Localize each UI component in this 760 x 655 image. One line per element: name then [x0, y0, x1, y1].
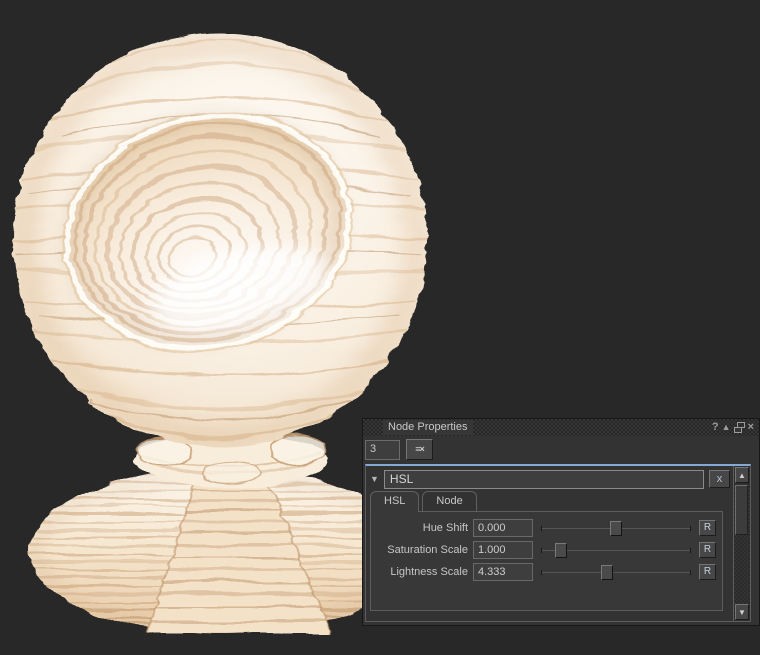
dock-icon[interactable]: ▲: [722, 420, 731, 434]
param-row-lightness-scale: Lightness Scale 4.333 R: [373, 561, 718, 583]
help-icon[interactable]: ?: [712, 420, 719, 434]
titlebar-icons: ? ▲ ×: [712, 420, 754, 434]
param-row-saturation-scale: Saturation Scale 1.000 R: [373, 539, 718, 561]
reset-button[interactable]: R: [699, 520, 716, 536]
scrollbar[interactable]: ▲ ▼: [733, 466, 750, 621]
param-row-hue-shift: Hue Shift 0.000 R: [373, 517, 718, 539]
restore-icon[interactable]: [734, 422, 745, 433]
panel-title: Node Properties: [383, 420, 473, 435]
param-label: Hue Shift: [373, 522, 473, 534]
param-label: Saturation Scale: [373, 544, 473, 556]
tab-content: Hue Shift 0.000 R Saturation Scale 1.000: [370, 511, 723, 611]
node-properties-panel: Node Properties ? ▲ × 3 ≡× ▼ HSL x HSL N…: [362, 418, 760, 626]
max-panels-input[interactable]: 3: [365, 440, 400, 460]
tab-hsl[interactable]: HSL: [370, 491, 419, 512]
close-node-button[interactable]: x: [709, 470, 730, 488]
close-panel-icon[interactable]: ×: [748, 420, 754, 434]
properties-bin-scrollarea: ▼ HSL x HSL Node Hue Shift 0.000 R: [365, 464, 751, 622]
scrollbar-thumb[interactable]: [735, 485, 748, 535]
saturation-scale-slider[interactable]: [541, 542, 691, 559]
slider-handle[interactable]: [601, 565, 613, 580]
lightness-scale-slider[interactable]: [541, 564, 691, 581]
hue-shift-slider[interactable]: [541, 520, 691, 537]
clear-bin-button[interactable]: ≡×: [406, 439, 433, 460]
param-label: Lightness Scale: [373, 566, 473, 578]
reset-button[interactable]: R: [699, 564, 716, 580]
node-name-input[interactable]: HSL: [384, 470, 704, 489]
scroll-down-icon[interactable]: ▼: [735, 604, 749, 620]
tab-node[interactable]: Node: [422, 491, 476, 511]
reset-button[interactable]: R: [699, 542, 716, 558]
slider-track: [541, 572, 691, 573]
node-panel-header: ▼ HSL x: [366, 466, 733, 491]
hue-shift-input[interactable]: 0.000: [473, 519, 533, 537]
slider-handle[interactable]: [555, 543, 567, 558]
panel-titlebar[interactable]: Node Properties ? ▲ ×: [363, 419, 759, 436]
lightness-scale-input[interactable]: 4.333: [473, 563, 533, 581]
slider-handle[interactable]: [610, 521, 622, 536]
properties-bin-toolbar: 3 ≡×: [363, 436, 759, 463]
clear-bin-icon: ≡×: [415, 444, 424, 454]
scroll-up-icon[interactable]: ▲: [735, 467, 749, 483]
node-panel: ▼ HSL x HSL Node Hue Shift 0.000 R: [366, 466, 733, 621]
collapse-arrow-icon[interactable]: ▼: [370, 474, 379, 484]
node-tabs: HSL Node: [366, 491, 733, 511]
saturation-scale-input[interactable]: 1.000: [473, 541, 533, 559]
